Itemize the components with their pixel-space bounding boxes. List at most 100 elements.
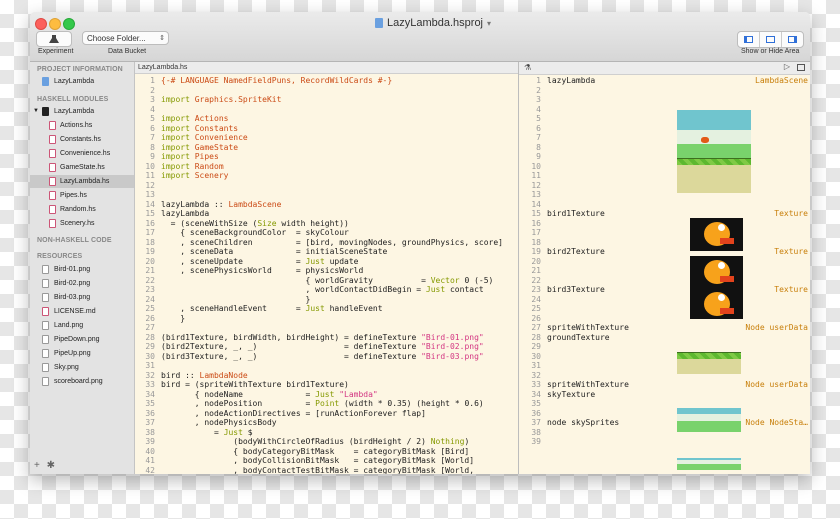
code-line[interactable]: 6 import Constants: [135, 124, 518, 134]
sidebar-item-haskell-root[interactable]: ▼ LazyLambda: [30, 105, 134, 118]
code-line[interactable]: 3 import Graphics.SpriteKit: [135, 95, 518, 105]
code-line[interactable]: 29 (bird2Texture, _, _) = defineTexture "…: [135, 342, 518, 352]
code-line[interactable]: 14 lazyLambda :: LambdaScene: [135, 200, 518, 210]
sidebar-item-label: Scenery.hs: [60, 220, 95, 227]
line-number: 30: [531, 351, 541, 361]
code-line[interactable]: 35 , nodePosition = Point (width * 0.35)…: [135, 399, 518, 409]
code-line[interactable]: 2: [135, 86, 518, 96]
code-line[interactable]: 24 }: [135, 295, 518, 305]
code-line[interactable]: 8 import GameState: [135, 143, 518, 153]
line-number: 29: [531, 342, 541, 351]
code-line[interactable]: 27: [135, 323, 518, 333]
sidebar-item-resource[interactable]: Bird-01.png: [30, 263, 134, 276]
sidebar-item-resource[interactable]: Bird-02.png: [30, 277, 134, 290]
result-line: 7: [519, 133, 810, 143]
sidebar-item-module[interactable]: Pipes.hs: [30, 189, 134, 202]
line-number: 9: [150, 152, 155, 161]
code-line[interactable]: 32 bird :: LambdaNode: [135, 371, 518, 381]
code-line[interactable]: 39 (bodyWithCircleOfRadius (birdHeight /…: [135, 437, 518, 447]
result-line: 36: [519, 409, 810, 419]
result-type: Node userData: [745, 380, 808, 389]
code-line[interactable]: 34 { nodeName = Just "Lambda": [135, 390, 518, 400]
code-line[interactable]: 16 = (sceneWithSize (Size width height)): [135, 219, 518, 229]
sidebar-item-resource[interactable]: Land.png: [30, 319, 134, 332]
minimize-window-button[interactable]: [49, 18, 61, 30]
code-line[interactable]: 4: [135, 105, 518, 115]
code-text: lazyLambda: [161, 209, 210, 218]
sidebar-item-module[interactable]: GameState.hs: [30, 161, 134, 174]
code-line[interactable]: 5 import Actions: [135, 114, 518, 124]
sidebar-item-resource[interactable]: Bird-03.png: [30, 291, 134, 304]
code-line[interactable]: 40 { bodyCategoryBitMask = categoryBitMa…: [135, 447, 518, 457]
code-line[interactable]: 28 (bird1Texture, birdWidth, birdHeight) …: [135, 333, 518, 343]
code-line[interactable]: 20 , sceneUpdate = Just update: [135, 257, 518, 267]
data-bucket-select[interactable]: Choose Folder... ⇕: [82, 31, 169, 45]
code-line[interactable]: 38 = Just $: [135, 428, 518, 438]
code-line[interactable]: 36 , nodeActionDirectives = [runActionFo…: [135, 409, 518, 419]
line-number: 17: [145, 228, 155, 237]
result-line: 25: [519, 304, 810, 314]
code-line[interactable]: 13: [135, 190, 518, 200]
window-icon[interactable]: [797, 64, 805, 71]
sidebar-item-module[interactable]: Actions.hs: [30, 119, 134, 132]
sidebar-item-resource[interactable]: Sky.png: [30, 361, 134, 374]
code-line[interactable]: 12: [135, 181, 518, 191]
code-editor[interactable]: LazyLambda.hs 1 {-# LANGUAGE NamedFieldPu…: [135, 62, 518, 474]
line-number: 31: [531, 361, 541, 370]
line-number: 26: [531, 313, 541, 323]
code-line[interactable]: 23 , worldContactDidBegin = Just contact: [135, 285, 518, 295]
add-button[interactable]: +: [34, 460, 40, 471]
code-line[interactable]: 10 import Random: [135, 162, 518, 172]
line-number: 18: [531, 237, 541, 247]
code-line[interactable]: 30 (bird3Texture, _, _) = defineTexture "…: [135, 352, 518, 362]
code-text: , scenePhysicsWorld = physicsWorld: [161, 266, 364, 275]
code-line[interactable]: 31: [135, 361, 518, 371]
code-line[interactable]: 1 {-# LANGUAGE NamedFieldPuns, RecordWild…: [135, 76, 518, 86]
sidebar-item-label: Convenience.hs: [60, 150, 111, 157]
haskell-modules-header: HASKELL MODULES: [37, 96, 109, 103]
code-line[interactable]: 37 , nodePhysicsBody: [135, 418, 518, 428]
gear-icon[interactable]: ✱: [47, 460, 55, 471]
sidebar-item-resource[interactable]: PipeDown.png: [30, 333, 134, 346]
show-right-area-button[interactable]: [782, 32, 803, 47]
line-number: 24: [145, 294, 155, 304]
show-left-area-button[interactable]: [738, 32, 760, 47]
code-line[interactable]: 18 , sceneChildren = [bird, movingNodes,…: [135, 238, 518, 248]
zoom-window-button[interactable]: [63, 18, 75, 30]
sidebar-item-module[interactable]: Scenery.hs: [30, 217, 134, 230]
close-window-button[interactable]: [35, 18, 47, 30]
flask-icon: ⚗: [524, 63, 532, 72]
haskell-file-icon: [49, 177, 56, 186]
sidebar-item-resource[interactable]: LICENSE.md: [30, 305, 134, 318]
code-line[interactable]: 22 { worldGravity = Vector 0 (-5): [135, 276, 518, 286]
window-title[interactable]: LazyLambda.hsproj ▾: [375, 17, 491, 29]
sidebar-item-module[interactable]: Convenience.hs: [30, 147, 134, 160]
code-line[interactable]: 25 , sceneHandleEvent = Just handleEvent: [135, 304, 518, 314]
code-line[interactable]: 42 , bodyContactTestBitMask = categoryBi…: [135, 466, 518, 475]
sidebar-item-project[interactable]: LazyLambda: [30, 75, 134, 88]
code-line[interactable]: 33 bird = (spriteWithTexture bird1Texture…: [135, 380, 518, 390]
play-icon[interactable]: ▷: [784, 62, 790, 71]
code-line[interactable]: 21 , scenePhysicsWorld = physicsWorld: [135, 266, 518, 276]
code-line[interactable]: 19 , sceneData = initialSceneState: [135, 247, 518, 257]
result-expression: lazyLambda: [547, 76, 596, 85]
sidebar-item-module[interactable]: LazyLambda.hs: [30, 175, 134, 188]
sidebar-item-resource[interactable]: PipeUp.png: [30, 347, 134, 360]
code-line[interactable]: 26 }: [135, 314, 518, 324]
show-middle-area-button[interactable]: [760, 32, 782, 47]
code-line[interactable]: 15 lazyLambda: [135, 209, 518, 219]
sidebar-item-module[interactable]: Constants.hs: [30, 133, 134, 146]
code-line[interactable]: 9 import Pipes: [135, 152, 518, 162]
sidebar-item-module[interactable]: Random.hs: [30, 203, 134, 216]
code-text: , bodyCollisionBitMask = categoryBitMask…: [161, 456, 475, 465]
line-number: 15: [531, 209, 541, 218]
editor-tab[interactable]: LazyLambda.hs: [135, 62, 518, 74]
code-line[interactable]: 17 { sceneBackgroundColor = skyColour: [135, 228, 518, 238]
experiment-button[interactable]: [36, 31, 72, 47]
code-line[interactable]: 7 import Convenience: [135, 133, 518, 143]
show-hide-area-control[interactable]: [737, 31, 804, 48]
result-line: 35: [519, 399, 810, 409]
sidebar-item-resource[interactable]: scoreboard.png: [30, 375, 134, 388]
code-line[interactable]: 11 import Scenery: [135, 171, 518, 181]
code-line[interactable]: 41 , bodyCollisionBitMask = categoryBitM…: [135, 456, 518, 466]
